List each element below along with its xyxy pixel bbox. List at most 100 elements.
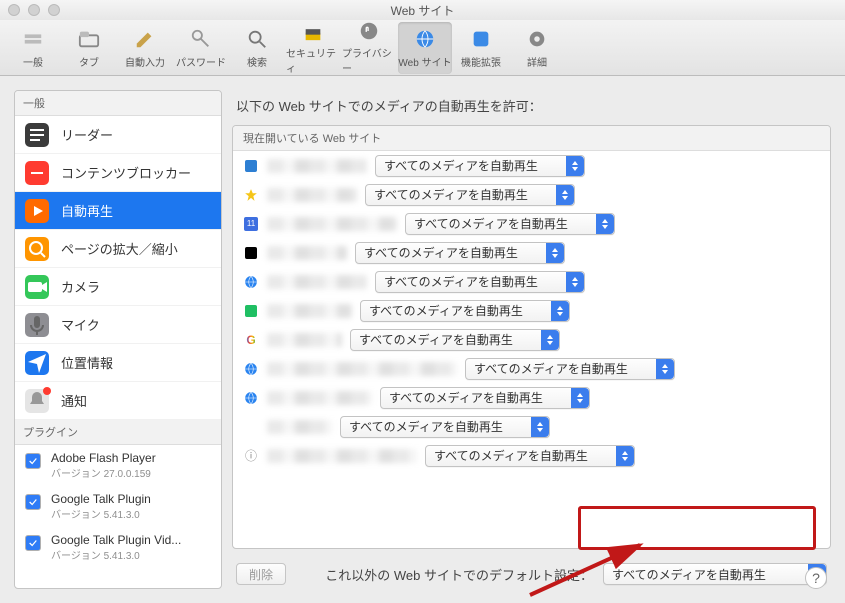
close-window[interactable] <box>8 4 20 16</box>
sidebar-item-label: カメラ <box>61 277 100 296</box>
toolbar-label: 一般 <box>23 54 43 69</box>
site-favicon <box>243 361 259 377</box>
sidebar-item-camera[interactable]: カメラ <box>15 268 221 306</box>
toolbar-security[interactable]: セキュリティ <box>286 22 340 74</box>
site-autoplay-popup[interactable]: すべてのメディアを自動再生 <box>365 184 575 206</box>
sidebar-item-stop[interactable]: コンテンツブロッカー <box>15 154 221 192</box>
site-favicon <box>243 419 259 435</box>
plugin-name: Google Talk Plugin <box>51 492 151 506</box>
site-autoplay-popup[interactable]: すべてのメディアを自動再生 <box>465 358 675 380</box>
site-row[interactable]: すべてのメディアを自動再生 <box>233 412 830 441</box>
zoom-icon <box>25 237 49 261</box>
toolbar-autofill[interactable]: 自動入力 <box>118 22 172 74</box>
sidebar-section-plugins: プラグイン <box>15 420 221 445</box>
site-row[interactable]: すべてのメディアを自動再生 <box>233 354 830 383</box>
plugin-version: バージョン 5.41.3.0 <box>51 547 181 562</box>
site-autoplay-popup[interactable]: すべてのメディアを自動再生 <box>360 300 570 322</box>
site-autoplay-popup[interactable]: すべてのメディアを自動再生 <box>355 242 565 264</box>
site-autoplay-popup[interactable]: すべてのメディアを自動再生 <box>350 329 560 351</box>
mic-icon <box>25 313 49 337</box>
site-autoplay-popup[interactable]: すべてのメディアを自動再生 <box>380 387 590 409</box>
site-row[interactable]: すべてのメディアを自動再生 <box>233 180 830 209</box>
content-area: 一般 リーダーコンテンツブロッカー自動再生ページの拡大／縮小カメラマイク位置情報… <box>0 76 845 603</box>
toolbar-tabs[interactable]: タブ <box>62 22 116 74</box>
category-sidebar: 一般 リーダーコンテンツブロッカー自動再生ページの拡大／縮小カメラマイク位置情報… <box>14 90 222 589</box>
toolbar-privacy[interactable]: プライバシー <box>342 22 396 74</box>
site-row[interactable]: すべてのメディアを自動再生 <box>233 267 830 296</box>
toolbar-advanced[interactable]: 詳細 <box>510 22 564 74</box>
window-titlebar: Web サイト <box>0 0 845 20</box>
puzzle-icon <box>467 27 495 51</box>
site-favicon <box>243 158 259 174</box>
site-autoplay-value: すべてのメディアを自動再生 <box>414 215 568 232</box>
site-favicon: 11 <box>243 216 259 232</box>
site-domain-redacted <box>267 217 397 231</box>
site-row[interactable]: すべてのメディアを自動再生 <box>233 296 830 325</box>
stop-icon <box>25 161 49 185</box>
site-favicon <box>243 187 259 203</box>
site-autoplay-popup[interactable]: すべてのメディアを自動再生 <box>340 416 550 438</box>
plugin-version: バージョン 27.0.0.159 <box>51 465 156 480</box>
sidebar-item-label: 位置情報 <box>61 353 113 372</box>
site-row[interactable]: Gすべてのメディアを自動再生 <box>233 325 830 354</box>
traffic-lights <box>8 4 60 16</box>
chevron-updown-icon <box>541 330 559 350</box>
site-autoplay-value: すべてのメディアを自動再生 <box>369 302 523 319</box>
site-row[interactable]: ⓘ すべてのメディアを自動再生 <box>233 441 830 470</box>
default-setting-popup[interactable]: すべてのメディアを自動再生 <box>603 563 827 585</box>
sidebar-item-bell[interactable]: 通知 <box>15 382 221 420</box>
toolbar-label: 詳細 <box>527 54 547 69</box>
site-favicon <box>243 303 259 319</box>
globe-icon <box>411 27 439 51</box>
location-icon <box>25 351 49 375</box>
site-autoplay-popup[interactable]: すべてのメディアを自動再生 <box>425 445 635 467</box>
bell-icon <box>25 389 49 413</box>
delete-button[interactable]: 削除 <box>236 563 286 585</box>
sidebar-item-reader[interactable]: リーダー <box>15 116 221 154</box>
zoom-window[interactable] <box>48 4 60 16</box>
site-autoplay-popup[interactable]: すべてのメディアを自動再生 <box>405 213 615 235</box>
sidebar-item-zoom[interactable]: ページの拡大／縮小 <box>15 230 221 268</box>
plugin-checkbox[interactable] <box>25 453 41 469</box>
plugin-item[interactable]: Google Talk Plugin Vid...バージョン 5.41.3.0 <box>15 527 221 568</box>
toolbar-label: Web サイト <box>398 54 451 69</box>
toolbar-label: 機能拡張 <box>461 54 501 69</box>
site-row[interactable]: 11 すべてのメディアを自動再生 <box>233 209 830 238</box>
site-domain-redacted <box>267 362 457 376</box>
plugin-item[interactable]: Adobe Flash Playerバージョン 27.0.0.159 <box>15 445 221 486</box>
sidebar-item-location[interactable]: 位置情報 <box>15 344 221 382</box>
toolbar-label: セキュリティ <box>286 45 340 75</box>
pencil-icon <box>131 27 159 51</box>
toolbar-extensions[interactable]: 機能拡張 <box>454 22 508 74</box>
site-autoplay-popup[interactable]: すべてのメディアを自動再生 <box>375 271 585 293</box>
chevron-updown-icon <box>596 214 614 234</box>
sidebar-item-play[interactable]: 自動再生 <box>15 192 221 230</box>
site-row[interactable]: すべてのメディアを自動再生 <box>233 238 830 267</box>
main-panel: 以下の Web サイトでのメディアの自動再生を許可： 現在開いている Web サ… <box>232 90 831 589</box>
plugin-item[interactable]: Google Talk Pluginバージョン 5.41.3.0 <box>15 486 221 527</box>
chevron-updown-icon <box>531 417 549 437</box>
help-button[interactable]: ? <box>805 567 827 589</box>
site-domain-redacted <box>267 246 347 260</box>
chevron-updown-icon <box>566 272 584 292</box>
plugin-checkbox[interactable] <box>25 494 41 510</box>
site-row[interactable]: すべてのメディアを自動再生 <box>233 151 830 180</box>
plugin-checkbox[interactable] <box>25 535 41 551</box>
sidebar-section-general: 一般 <box>15 91 221 116</box>
site-favicon: ⓘ <box>243 448 259 464</box>
sidebar-item-mic[interactable]: マイク <box>15 306 221 344</box>
toolbar-search[interactable]: 検索 <box>230 22 284 74</box>
toolbar-websites[interactable]: Web サイト <box>398 22 452 74</box>
site-row[interactable]: すべてのメディアを自動再生 <box>233 383 830 412</box>
toolbar-general[interactable]: 一般 <box>6 22 60 74</box>
sidebar-item-label: マイク <box>61 315 100 334</box>
toolbar-passwords[interactable]: パスワード <box>174 22 228 74</box>
minimize-window[interactable] <box>28 4 40 16</box>
default-setting-value: すべてのメディアを自動再生 <box>612 566 766 583</box>
site-favicon <box>243 274 259 290</box>
chevron-updown-icon <box>656 359 674 379</box>
site-autoplay-popup[interactable]: すべてのメディアを自動再生 <box>375 155 585 177</box>
tab-icon <box>75 27 103 51</box>
sidebar-item-label: 自動再生 <box>61 201 113 220</box>
plugin-name: Google Talk Plugin Vid... <box>51 533 181 547</box>
